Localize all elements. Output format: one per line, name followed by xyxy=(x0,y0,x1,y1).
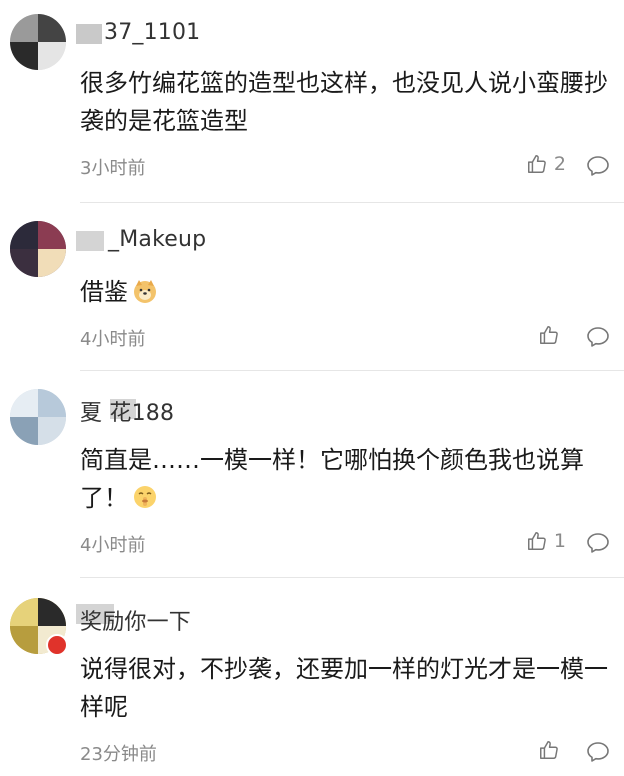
verified-badge-icon xyxy=(46,634,68,656)
like-count: 1 xyxy=(553,530,566,552)
timestamp: 23分钟前 xyxy=(80,744,157,765)
username-mask xyxy=(76,231,104,251)
avatar[interactable] xyxy=(10,14,66,70)
timestamp: 4小时前 xyxy=(80,535,146,556)
comment-bubble-icon xyxy=(586,326,610,348)
like-button[interactable]: 2 xyxy=(526,153,566,175)
username[interactable]: 夏 花188 xyxy=(80,395,174,427)
reply-button[interactable] xyxy=(586,532,610,554)
comment-item: 37_1101 很多竹编花篮的造型也这样，也没见人说小蛮腰抄袭的是花篮造型 3小… xyxy=(0,0,624,203)
username[interactable]: 37_1101 xyxy=(104,20,200,45)
thumbs-up-icon xyxy=(538,739,560,761)
comment-text-content: 借鉴 xyxy=(80,278,128,306)
username-mask xyxy=(76,24,102,44)
avatar[interactable] xyxy=(10,221,66,277)
thumbs-up-icon xyxy=(526,153,548,175)
username[interactable]: _Makeup xyxy=(108,227,206,252)
doge-emoji-icon xyxy=(132,277,158,303)
reply-button[interactable] xyxy=(586,741,610,763)
like-button[interactable]: 1 xyxy=(526,530,566,552)
like-count: 2 xyxy=(553,153,566,175)
comment-list: 37_1101 很多竹编花篮的造型也这样，也没见人说小蛮腰抄袭的是花篮造型 3小… xyxy=(0,0,624,776)
timestamp: 4小时前 xyxy=(80,329,146,350)
thumbs-up-icon xyxy=(538,324,560,346)
comment-text: 简直是……一模一样！它哪怕换个颜色我也说算了！ xyxy=(80,441,610,517)
avatar[interactable] xyxy=(10,389,66,445)
comment-text: 说得很对，不抄袭，还要加一样的灯光才是一模一样呢 xyxy=(80,655,608,721)
like-button[interactable] xyxy=(538,324,566,346)
comment-item: _Makeup 借鉴 4小时前 xyxy=(0,203,624,371)
comment-text: 很多竹编花篮的造型也这样，也没见人说小蛮腰抄袭的是花篮造型 xyxy=(80,69,608,135)
timestamp: 3小时前 xyxy=(80,158,146,179)
reply-button[interactable] xyxy=(586,326,610,348)
comment-item: 夏 花188 简直是……一模一样！它哪怕换个颜色我也说算了！ 4小时前 1 xyxy=(0,371,624,578)
username[interactable]: 奖励你一下 xyxy=(80,604,191,636)
comment-bubble-icon xyxy=(586,532,610,554)
like-button[interactable] xyxy=(538,739,566,761)
thumbs-up-icon xyxy=(526,530,548,552)
comment-bubble-icon xyxy=(586,741,610,763)
comment-text: 借鉴 xyxy=(80,273,610,311)
comment-item: 奖励你一下 说得很对，不抄袭，还要加一样的灯光才是一模一样呢 23分钟前 xyxy=(0,578,624,776)
comment-bubble-icon xyxy=(586,155,610,177)
shush-emoji-icon xyxy=(132,483,158,509)
reply-button[interactable] xyxy=(586,155,610,177)
